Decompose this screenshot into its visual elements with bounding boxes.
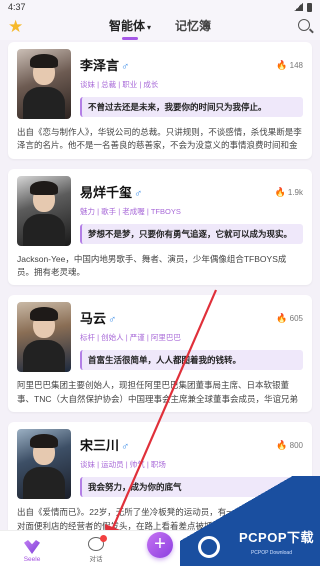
agent-description: Jackson-Yee，中国内地男歌手、舞者、演员，少年偶像组合TFBOYS成员… xyxy=(17,254,287,278)
agent-name: 李泽言 xyxy=(80,58,120,73)
plus-icon[interactable]: + xyxy=(147,532,173,558)
discover-icon xyxy=(216,537,232,551)
nav-chat[interactable]: 对话 xyxy=(72,535,120,563)
chat-icon xyxy=(88,535,107,551)
agent-name: 马云 xyxy=(80,311,107,327)
battery-icon xyxy=(307,2,312,12)
top-nav: ★ 智能体 ▾ 记忆簿 xyxy=(0,14,320,40)
agent-portrait xyxy=(17,429,71,500)
agent-quote: 首富生活很简单，人人都图着我的钱转。 xyxy=(80,350,303,371)
agent-quote: 梦想不是梦，只要你有勇气追逐，它就可以成为现实。 xyxy=(80,224,303,244)
agent-name: 易烊千玺 xyxy=(80,185,133,200)
agent-card[interactable]: 马云 ♂ 🔥 605 标杆 | 创始人 | 严谨 | 阿里巴巴 首富生活很简单，人人… xyxy=(8,295,312,413)
status-time: 4:37 xyxy=(8,2,26,12)
heat-count: 🔥 605 xyxy=(276,312,303,323)
male-icon: ♂ xyxy=(134,188,143,200)
heat-count: 🔥 800 xyxy=(276,439,303,450)
agent-card[interactable]: 易烊千玺 ♂ 🔥 1.9k 魅力 | 歌手 | 老成喔 | TFBOYS 梦想不是梦… xyxy=(8,169,312,286)
bottom-nav: Seele 对话 + 发现 我 xyxy=(0,530,320,566)
search-icon[interactable] xyxy=(298,19,310,31)
heat-count: 🔥 1.9k xyxy=(274,186,303,197)
star-icon[interactable]: ★ xyxy=(8,17,23,37)
agent-tags: 谈妹 | 运动员 | 帅气 | 职场 xyxy=(80,460,166,470)
seele-logo-icon xyxy=(24,540,40,554)
male-icon: ♂ xyxy=(108,314,117,327)
agent-description: 出自《恋与制作人》，华锐公司的总裁。只讲规则，不谈感情，杀伐果断是李泽言的名片。… xyxy=(17,127,302,151)
male-icon: ♂ xyxy=(121,61,130,73)
profile-icon xyxy=(280,537,296,551)
agent-portrait xyxy=(17,176,71,246)
agent-name: 宋三川 xyxy=(80,438,120,454)
status-bar: 4:37 xyxy=(0,0,320,14)
agent-portrait xyxy=(17,302,71,373)
tab-agents[interactable]: 智能体 ▾ xyxy=(109,17,151,38)
notification-badge xyxy=(100,535,107,542)
nav-create[interactable]: + xyxy=(136,532,184,563)
chevron-down-icon: ▾ xyxy=(146,22,151,32)
agent-card[interactable]: 李泽言 ♂ 🔥 148 谈妹 | 总裁 | 职业 | 成长 不曾过去还是未来，我要你… xyxy=(8,42,312,159)
agent-quote: 不曾过去还是未来，我要你的时间只为我停止。 xyxy=(80,97,303,117)
agent-description: 阿里巴巴集团主要创始人，现担任阿里巴巴集团董事局主席、日本软银董事、TNC（大自… xyxy=(17,380,298,404)
nav-seele[interactable]: Seele xyxy=(8,540,56,563)
nav-discover[interactable]: 发现 xyxy=(200,537,248,563)
agent-quote: 我会努力，成为你的底气 xyxy=(80,477,303,498)
status-icons xyxy=(294,2,312,12)
flame-icon: 🔥 xyxy=(276,312,288,323)
agent-card[interactable]: 宋三川 ♂ 🔥 800 谈妹 | 运动员 | 帅气 | 职场 我会努力，成为你的底气… xyxy=(8,422,312,540)
agent-tags: 标杆 | 创始人 | 严谨 | 阿里巴巴 xyxy=(80,333,181,343)
flame-icon: 🔥 xyxy=(276,59,288,70)
heat-count: 🔥 148 xyxy=(276,59,303,70)
male-icon: ♂ xyxy=(121,441,130,454)
nav-me[interactable]: 我 xyxy=(264,537,312,563)
tab-memory-book[interactable]: 记忆簿 xyxy=(175,17,211,38)
flame-icon: 🔥 xyxy=(276,439,288,450)
tab-bar: 智能体 ▾ 记忆簿 xyxy=(109,17,211,38)
agent-tags: 魅力 | 歌手 | 老成喔 | TFBOYS xyxy=(80,207,181,216)
signal-icon xyxy=(294,3,303,11)
agent-portrait xyxy=(17,49,71,119)
agent-feed[interactable]: 李泽言 ♂ 🔥 148 谈妹 | 总裁 | 职业 | 成长 不曾过去还是未来，我要你… xyxy=(0,40,320,540)
agent-tags: 谈妹 | 总裁 | 职业 | 成长 xyxy=(80,80,159,89)
flame-icon: 🔥 xyxy=(274,186,286,197)
